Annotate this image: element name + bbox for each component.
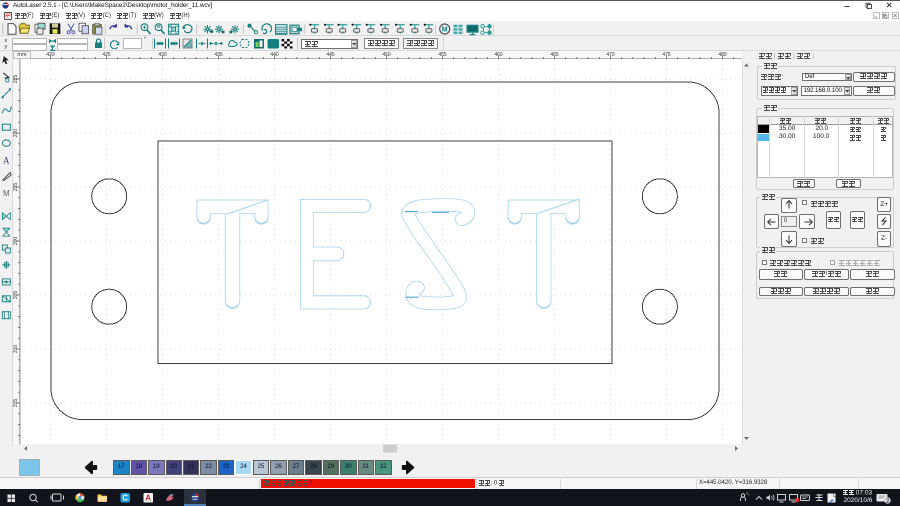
svg-text:bmp: bmp bbox=[268, 42, 279, 48]
svg-text:M: M bbox=[3, 189, 10, 198]
svg-text:C: C bbox=[122, 494, 128, 503]
svg-text:A: A bbox=[145, 494, 151, 503]
svg-text:M: M bbox=[442, 27, 448, 34]
svg-text:A: A bbox=[3, 156, 10, 166]
